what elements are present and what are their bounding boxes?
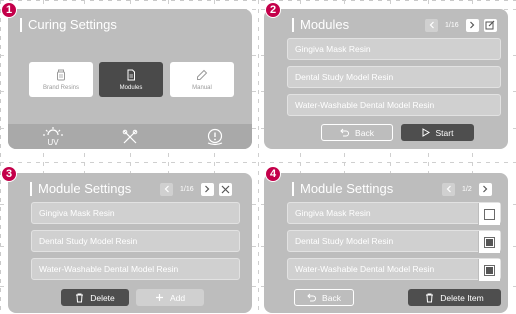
bottom-bar: UV bbox=[8, 124, 252, 149]
delete-button[interactable]: Delete bbox=[61, 289, 129, 306]
manual-button[interactable]: Manual bbox=[170, 62, 234, 97]
module-settings-edit-screen: Module Settings 1/2 Gingiva Mask Resin D… bbox=[264, 173, 508, 313]
item-checkbox[interactable] bbox=[478, 259, 500, 281]
start-label: Start bbox=[435, 127, 454, 138]
trash-icon bbox=[426, 293, 434, 302]
chevron-left-icon bbox=[164, 185, 169, 193]
page-indicator: 1/16 bbox=[445, 21, 459, 29]
back-arrow-icon bbox=[340, 128, 350, 137]
add-button[interactable]: Add bbox=[136, 289, 204, 306]
close-button[interactable] bbox=[218, 182, 232, 196]
pager: 1/16 bbox=[425, 18, 497, 32]
back-button[interactable]: Back bbox=[294, 289, 354, 306]
list-item[interactable]: Water-Washable Dental Model Resin bbox=[31, 258, 240, 280]
item-checkbox[interactable] bbox=[478, 231, 500, 253]
uv-tab[interactable]: UV bbox=[38, 124, 68, 149]
prev-page-button[interactable] bbox=[425, 18, 438, 32]
chevron-right-icon bbox=[470, 21, 475, 29]
chevron-left-icon bbox=[446, 185, 451, 193]
step-badge-2: 2 bbox=[265, 2, 281, 18]
list-item[interactable]: Gingiva Mask Resin bbox=[287, 202, 501, 225]
page-indicator: 1/16 bbox=[180, 185, 194, 193]
manual-label: Manual bbox=[192, 84, 212, 91]
item-checkbox[interactable] bbox=[478, 203, 500, 225]
close-icon bbox=[221, 185, 230, 193]
page-indicator: 1/2 bbox=[462, 185, 472, 193]
back-button[interactable]: Back bbox=[321, 124, 393, 141]
plus-icon bbox=[155, 294, 163, 301]
list-item-label: Water-Washable Dental Model Resin bbox=[295, 264, 435, 274]
delete-item-button[interactable]: Delete Item bbox=[408, 289, 501, 306]
brand-resins-label: Brand Resins bbox=[42, 84, 80, 91]
modules-screen: Modules 1/16 Gingiva Mask Resin Dental S… bbox=[264, 9, 508, 149]
step-badge-1: 1 bbox=[1, 2, 17, 18]
page-title: Module Settings bbox=[292, 182, 393, 196]
start-button[interactable]: Start bbox=[401, 124, 474, 141]
checkbox-box bbox=[484, 208, 495, 220]
uv-lamp-icon: UV bbox=[43, 126, 63, 147]
list-item[interactable]: Dental Study Model Resin bbox=[287, 66, 501, 88]
module-settings-screen: Module Settings 1/16 Gingiva Mask Resin … bbox=[8, 173, 252, 313]
modules-label: Modules bbox=[119, 84, 143, 91]
page-title: Curing Settings bbox=[20, 18, 117, 32]
support-tab[interactable] bbox=[200, 124, 230, 149]
chevron-right-icon bbox=[205, 185, 210, 193]
delete-item-label: Delete Item bbox=[440, 292, 484, 303]
next-page-button[interactable] bbox=[200, 182, 214, 196]
step-badge-3: 3 bbox=[1, 166, 17, 182]
list-item-label: Dental Study Model Resin bbox=[295, 236, 394, 246]
list-item[interactable]: Water-Washable Dental Model Resin bbox=[287, 258, 501, 281]
next-page-button[interactable] bbox=[478, 182, 492, 196]
add-label: Add bbox=[169, 292, 186, 303]
delete-label: Delete bbox=[90, 292, 115, 303]
modules-button[interactable]: Modules bbox=[99, 62, 163, 97]
page-title: Modules bbox=[292, 18, 349, 32]
list-item[interactable]: Gingiva Mask Resin bbox=[31, 202, 240, 224]
brand-resins-button[interactable]: Brand Resins bbox=[29, 62, 93, 97]
resin-bottle-icon bbox=[57, 69, 65, 80]
edit-icon bbox=[485, 20, 495, 30]
tools-tab[interactable] bbox=[115, 124, 145, 149]
play-icon bbox=[422, 128, 430, 137]
grid-line bbox=[258, 0, 259, 314]
page-title: Module Settings bbox=[30, 182, 131, 196]
back-label: Back bbox=[355, 127, 374, 138]
pager: 1/2 bbox=[442, 182, 492, 196]
checkbox-box bbox=[484, 264, 495, 276]
edit-button[interactable] bbox=[483, 18, 497, 32]
list-item-label: Gingiva Mask Resin bbox=[295, 208, 371, 218]
pencil-icon bbox=[197, 69, 208, 80]
curing-settings-screen: Curing Settings Brand Resins Modules Man… bbox=[8, 9, 252, 149]
prev-page-button[interactable] bbox=[442, 182, 455, 196]
list-item[interactable]: Gingiva Mask Resin bbox=[287, 38, 501, 60]
step-badge-4: 4 bbox=[265, 166, 281, 182]
back-arrow-icon bbox=[307, 293, 317, 302]
back-label: Back bbox=[322, 292, 341, 303]
list-item[interactable]: Dental Study Model Resin bbox=[287, 230, 501, 253]
chevron-left-icon bbox=[429, 21, 434, 29]
prev-page-button[interactable] bbox=[160, 182, 173, 196]
document-icon bbox=[127, 69, 135, 80]
support-icon bbox=[207, 128, 223, 145]
checkbox-box bbox=[484, 236, 495, 248]
list-item[interactable]: Dental Study Model Resin bbox=[31, 230, 240, 252]
uv-label: UV bbox=[47, 138, 59, 147]
list-item[interactable]: Water-Washable Dental Model Resin bbox=[287, 94, 501, 116]
trash-icon bbox=[76, 293, 84, 302]
pager: 1/16 bbox=[160, 182, 232, 196]
chevron-right-icon bbox=[483, 185, 488, 193]
tools-icon bbox=[122, 129, 138, 143]
next-page-button[interactable] bbox=[465, 18, 479, 32]
